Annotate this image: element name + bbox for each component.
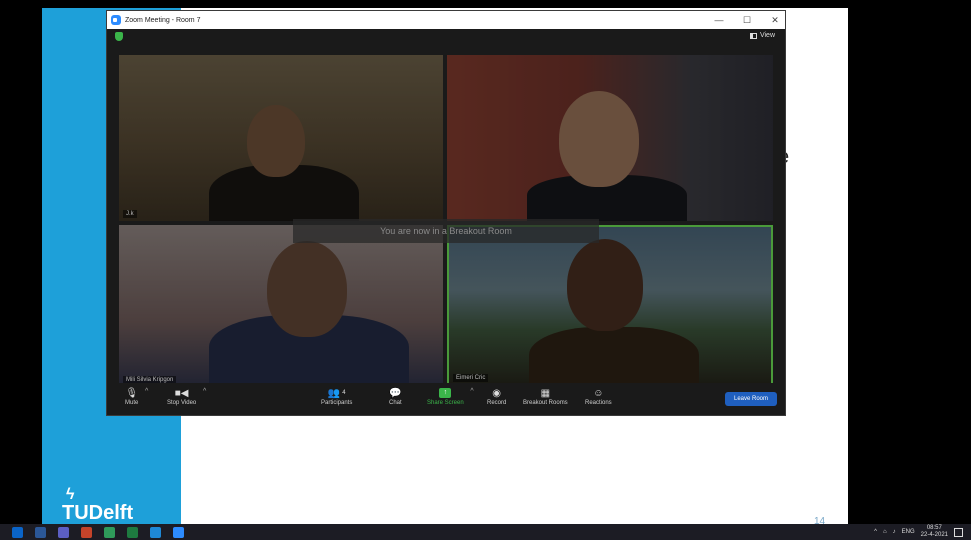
reactions-button[interactable]: ☺ Reactions — [585, 386, 612, 407]
window-titlebar[interactable]: Zoom Meeting - Room 7 — ☐ ✕ — [107, 11, 785, 29]
participants-count: 4 — [342, 390, 346, 396]
minimize-button[interactable]: — — [713, 15, 725, 25]
tile-dim-overlay — [119, 55, 443, 221]
meeting-toolbar: 🎙 Mute ^ ■◀ Stop Video ^ 👥 4 Participants… — [107, 383, 785, 415]
share-screen-button[interactable]: ↑ Share Screen ^ — [427, 386, 474, 406]
stop-video-label: Stop Video — [167, 400, 197, 406]
chat-label: Chat — [389, 400, 402, 406]
volume-icon[interactable]: ♪ — [893, 529, 896, 535]
reactions-label: Reactions — [585, 400, 612, 406]
record-icon: ◉ — [492, 387, 502, 399]
zoom-window: Zoom Meeting - Room 7 — ☐ ✕ View J.k Mil… — [106, 10, 786, 416]
maximize-button[interactable]: ☐ — [741, 15, 753, 26]
zoom-icon[interactable] — [173, 526, 184, 538]
record-button[interactable]: ◉ Record — [487, 386, 507, 407]
breakout-rooms-icon: ▦ — [540, 387, 551, 399]
clock-date: 22-4-2021 — [920, 532, 948, 538]
system-tray: ^ ⌂ ♪ ENG 08:57 22-4-2021 — [874, 524, 963, 540]
participants-label: Participants — [321, 400, 353, 406]
leave-room-button[interactable]: Leave Room — [725, 392, 777, 406]
tile-dim-overlay — [447, 55, 773, 221]
video-tile[interactable]: Mili Silvia Kripgon — [119, 225, 443, 387]
logo-text: TUDelft — [62, 502, 134, 524]
share-screen-label: Share Screen — [427, 400, 464, 406]
clock[interactable]: 08:57 22-4-2021 — [921, 525, 948, 539]
teams-icon[interactable] — [58, 526, 69, 538]
file-icon[interactable] — [104, 526, 115, 538]
window-title: Zoom Meeting - Room 7 — [125, 16, 201, 24]
participants-button[interactable]: 👥 4 Participants — [321, 386, 353, 407]
powerpoint-icon[interactable] — [81, 526, 92, 538]
network-icon[interactable]: ⌂ — [883, 529, 887, 535]
view-label: View — [759, 32, 775, 39]
tile-dim-overlay — [449, 227, 771, 385]
smiley-icon: ☺ — [593, 387, 604, 399]
security-shield-icon[interactable] — [115, 32, 123, 41]
record-label: Record — [487, 400, 507, 406]
participant-name: Eimeri Cric — [453, 374, 489, 382]
participants-icon: 👥 4 — [327, 387, 346, 399]
tile-dim-overlay — [119, 225, 443, 387]
breakout-rooms-button[interactable]: ▦ Breakout Rooms — [523, 386, 568, 407]
video-tile[interactable] — [447, 55, 773, 221]
video-tile[interactable]: Eimeri Cric — [447, 225, 773, 387]
meeting-topbar: View — [107, 29, 785, 45]
zoom-app-icon — [111, 15, 121, 25]
language-indicator[interactable]: ENG — [902, 529, 915, 535]
tudelft-logo: ϟ TUDelft — [62, 486, 134, 525]
windows-taskbar: ^ ⌂ ♪ ENG 08:57 22-4-2021 — [0, 524, 971, 540]
participant-name: J.k — [123, 210, 137, 218]
stop-video-button[interactable]: ■◀ Stop Video ^ — [167, 386, 206, 407]
close-button[interactable]: ✕ — [769, 15, 781, 26]
share-screen-icon: ↑ — [439, 386, 452, 400]
chevron-up-icon[interactable]: ^ — [470, 388, 473, 395]
clock-time: 08:57 — [926, 525, 942, 531]
taskbar-apps — [0, 526, 184, 538]
tray-chevron-icon[interactable]: ^ — [874, 529, 877, 535]
chat-button[interactable]: 💬 Chat — [389, 386, 402, 407]
desktop: e ϟ TUDelft 14 Zoom Meeting - Room 7 — ☐… — [0, 0, 971, 540]
video-camera-icon: ■◀ — [174, 387, 189, 399]
outlook-icon[interactable] — [12, 526, 23, 538]
microphone-icon: 🎙 — [125, 387, 139, 399]
mute-button[interactable]: 🎙 Mute ^ — [125, 386, 148, 407]
chat-icon: 💬 — [389, 387, 402, 399]
breakout-rooms-label: Breakout Rooms — [523, 400, 568, 406]
word-icon[interactable] — [35, 526, 46, 538]
view-button[interactable]: View — [749, 32, 775, 39]
chevron-up-icon[interactable]: ^ — [145, 388, 148, 395]
flame-icon: ϟ — [66, 486, 75, 503]
grid-view-icon — [749, 32, 757, 39]
excel-icon[interactable] — [127, 526, 138, 538]
edge-icon[interactable] — [150, 526, 161, 538]
breakout-room-notice: You are now in a Breakout Room — [293, 219, 599, 243]
video-tile[interactable]: J.k — [119, 55, 443, 221]
mute-label: Mute — [125, 400, 139, 406]
chevron-up-icon[interactable]: ^ — [203, 388, 206, 395]
notifications-icon[interactable] — [954, 527, 963, 537]
window-controls: — ☐ ✕ — [713, 11, 781, 29]
